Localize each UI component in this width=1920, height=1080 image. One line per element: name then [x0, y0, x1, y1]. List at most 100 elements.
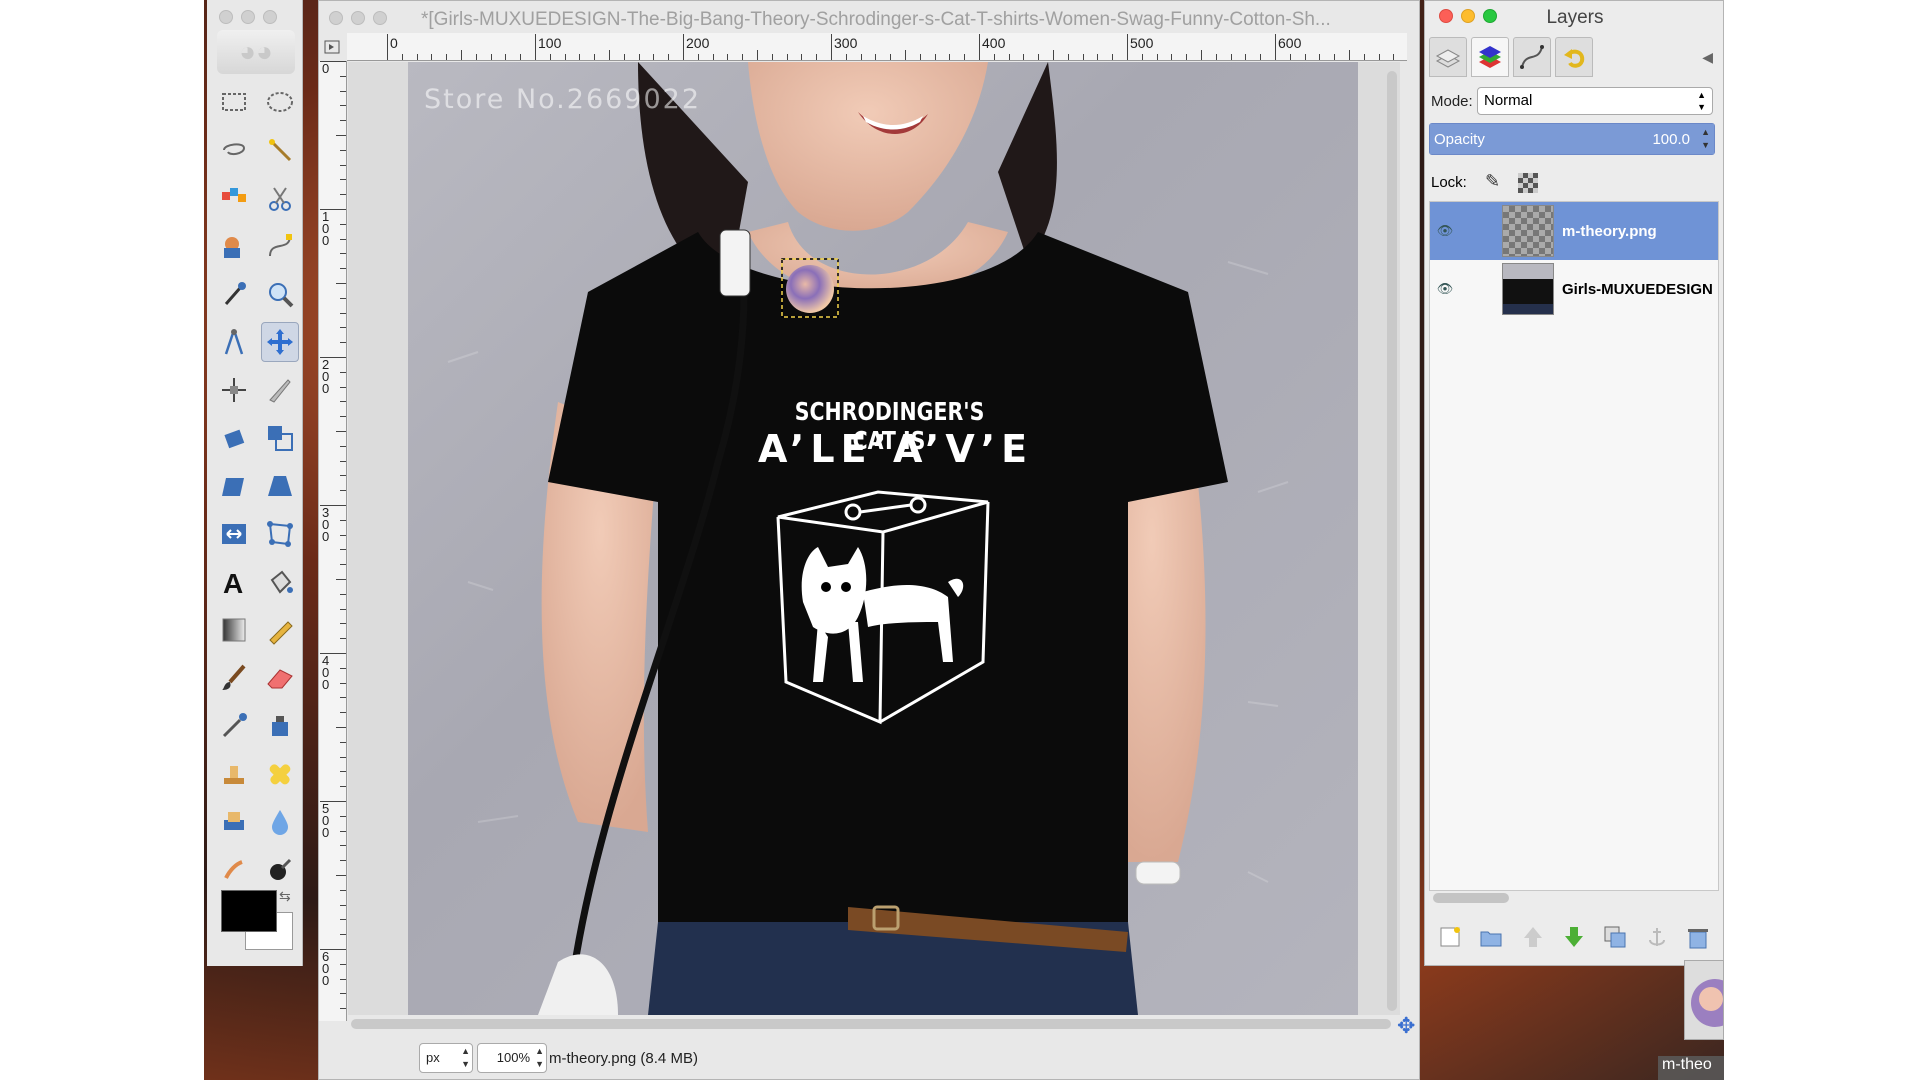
mode-select[interactable]: Normal ▲ ▼ [1477, 87, 1713, 115]
ruler-tick [786, 54, 788, 60]
navigate-icon[interactable]: ✥ [1397, 1013, 1415, 1039]
layers-horizontal-scrollbar[interactable] [1433, 893, 1509, 903]
ruler-tick [875, 54, 877, 60]
ruler-tick [336, 579, 346, 580]
canvas-area[interactable]: Store No.2669022 SCHRODINGER'S CAT IS A’… [348, 62, 1400, 1015]
vertical-scrollbar[interactable] [1387, 71, 1397, 1011]
pencil-tool[interactable] [257, 606, 303, 654]
anchor-layer-button[interactable] [1644, 924, 1670, 955]
zoom-button[interactable] [263, 10, 277, 24]
color-area: ⇆ [215, 878, 299, 962]
scale-tool[interactable] [257, 414, 303, 462]
layer-name: Girls-MUXUEDESIGN- [1562, 280, 1712, 298]
measure-tool[interactable] [211, 318, 257, 366]
perspective-tool[interactable] [257, 462, 303, 510]
layer-row[interactable]: 👁 Girls-MUXUEDESIGN- [1430, 260, 1718, 318]
minimize-button[interactable] [1461, 9, 1475, 23]
ruler-label: 3 0 0 [322, 505, 330, 544]
close-button[interactable] [329, 11, 343, 25]
lower-layer-button[interactable] [1561, 924, 1587, 955]
paths-tool[interactable] [257, 222, 303, 270]
tab-channels[interactable] [1471, 37, 1509, 77]
opacity-slider[interactable]: Opacity 100.0 ▲ ▼ [1429, 123, 1715, 155]
new-layer-icon [1440, 926, 1460, 946]
photo-layer: Store No.2669022 SCHRODINGER'S CAT IS A’… [408, 62, 1358, 1015]
bucket-fill-tool[interactable] [257, 558, 303, 606]
horizontal-scrollbar[interactable] [351, 1019, 1391, 1029]
zoom-selector[interactable]: 100% ▲ ▼ [477, 1043, 547, 1073]
scissors-select-tool[interactable] [257, 174, 303, 222]
blend-tool[interactable] [211, 606, 257, 654]
ruler-tick [1378, 54, 1380, 60]
ruler-tick [340, 105, 346, 107]
tab-undo-history[interactable] [1555, 37, 1593, 77]
new-layer-button[interactable] [1437, 924, 1463, 955]
close-button[interactable] [219, 10, 233, 24]
perspective-clone-tool[interactable] [211, 798, 257, 846]
rect-select-tool[interactable] [211, 78, 257, 126]
text-tool[interactable]: A [211, 558, 257, 606]
rotate-tool[interactable] [211, 414, 257, 462]
zoom-tool[interactable] [257, 270, 303, 318]
color-picker-tool[interactable] [211, 270, 257, 318]
crop-tool[interactable] [257, 366, 303, 414]
ruler-tick [1304, 54, 1306, 60]
ellipse-select-tool[interactable] [257, 78, 303, 126]
fuzzy-select-tool[interactable] [257, 126, 303, 174]
clone-tool[interactable] [211, 750, 257, 798]
shear-tool[interactable] [211, 462, 257, 510]
tab-menu-icon[interactable]: ◀ [1702, 49, 1713, 66]
eraser-icon [267, 669, 293, 689]
ruler-tick [336, 135, 346, 136]
ruler-corner[interactable] [319, 33, 347, 61]
align-tool[interactable] [211, 366, 257, 414]
heal-tool[interactable] [257, 750, 303, 798]
ruler-label: 100 [538, 35, 562, 51]
free-select-tool[interactable] [211, 126, 257, 174]
tab-paths[interactable] [1513, 37, 1551, 77]
select-by-color-tool[interactable] [211, 174, 257, 222]
blur-tool[interactable] [257, 798, 303, 846]
minimize-button[interactable] [241, 10, 255, 24]
unit-selector[interactable]: px ▲ ▼ [419, 1043, 473, 1073]
scissors-icon [269, 187, 291, 211]
foreground-select-tool[interactable] [211, 222, 257, 270]
ruler-tick [340, 534, 346, 536]
delete-layer-button[interactable] [1685, 924, 1711, 955]
eraser-tool[interactable] [257, 654, 303, 702]
flip-tool[interactable] [211, 510, 257, 558]
move-tool[interactable] [261, 322, 299, 362]
ruler-tick [638, 54, 640, 60]
duplicate-layer-button[interactable] [1602, 924, 1628, 955]
lock-label: Lock: [1431, 174, 1467, 191]
lock-alpha-icon[interactable] [1518, 173, 1539, 194]
tab-layers-stack[interactable] [1429, 37, 1467, 77]
ruler-tick [340, 608, 346, 610]
layers-window: Layers ◀ Mode: Normal ▲ ▼ Opacity 100.0 ▲ ▼… [1424, 0, 1724, 966]
cage-transform-tool[interactable] [257, 510, 303, 558]
foreground-color[interactable] [221, 890, 277, 932]
new-layer-group-button[interactable] [1478, 924, 1504, 955]
ruler-tick [727, 54, 729, 60]
swap-colors-icon[interactable]: ⇆ [279, 888, 291, 905]
ruler-tick [340, 593, 346, 595]
opacity-stepper-icon[interactable]: ▲ ▼ [1701, 126, 1710, 152]
paintbrush-tool[interactable] [211, 654, 257, 702]
eye-icon[interactable]: 👁 [1430, 223, 1460, 239]
ink-tool[interactable] [257, 702, 303, 750]
ruler-tick [490, 54, 492, 60]
ruler-tick [340, 401, 346, 403]
ruler-tick [1023, 54, 1025, 60]
raise-layer-button[interactable] [1520, 924, 1546, 955]
minimize-button[interactable] [351, 11, 365, 25]
close-button[interactable] [1439, 9, 1453, 23]
lock-pixels-icon[interactable]: ✎ [1485, 171, 1500, 192]
eye-icon[interactable]: 👁 [1430, 281, 1460, 297]
zoom-button[interactable] [1483, 9, 1497, 23]
wilber-logo: ◕◕ [217, 30, 295, 74]
airbrush-tool[interactable] [211, 702, 257, 750]
layer-row[interactable]: 👁 m-theory.png [1430, 202, 1718, 260]
zoom-button[interactable] [373, 11, 387, 25]
preview-label: m-theo [1658, 1056, 1724, 1080]
ruler-tick [1171, 54, 1173, 60]
